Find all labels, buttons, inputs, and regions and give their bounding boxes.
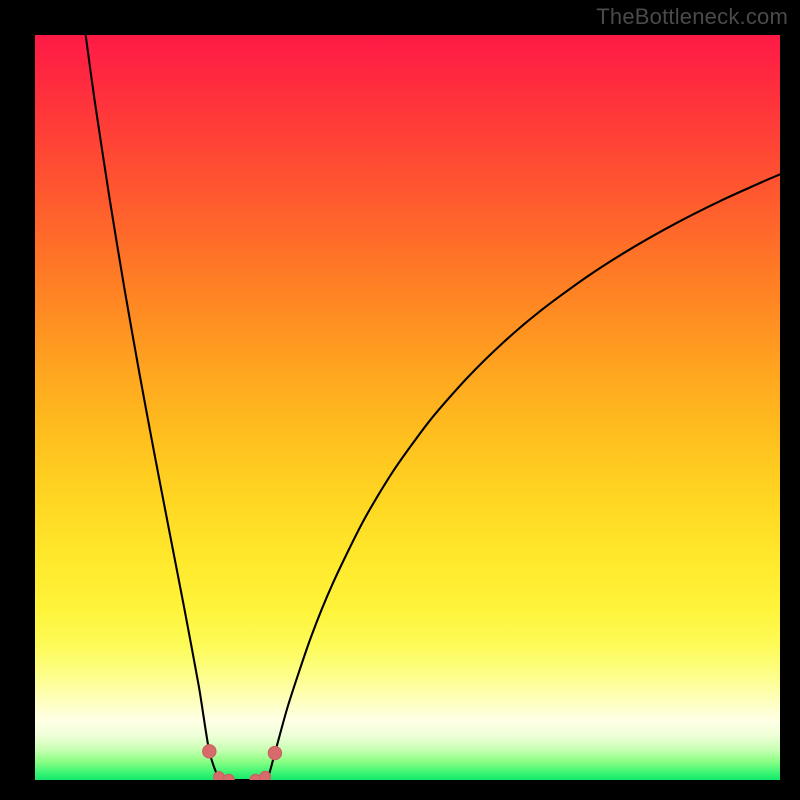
- bottleneck-curve: [86, 35, 780, 780]
- plot-area: [35, 35, 780, 780]
- curve-marker: [223, 774, 234, 780]
- marker-group: [203, 745, 282, 780]
- chart-stage: TheBottleneck.com: [0, 0, 800, 800]
- watermark-text: TheBottleneck.com: [596, 4, 788, 30]
- curve-marker: [268, 746, 281, 759]
- curve-marker: [260, 771, 271, 780]
- curve-svg: [35, 35, 780, 780]
- curve-marker: [203, 745, 216, 758]
